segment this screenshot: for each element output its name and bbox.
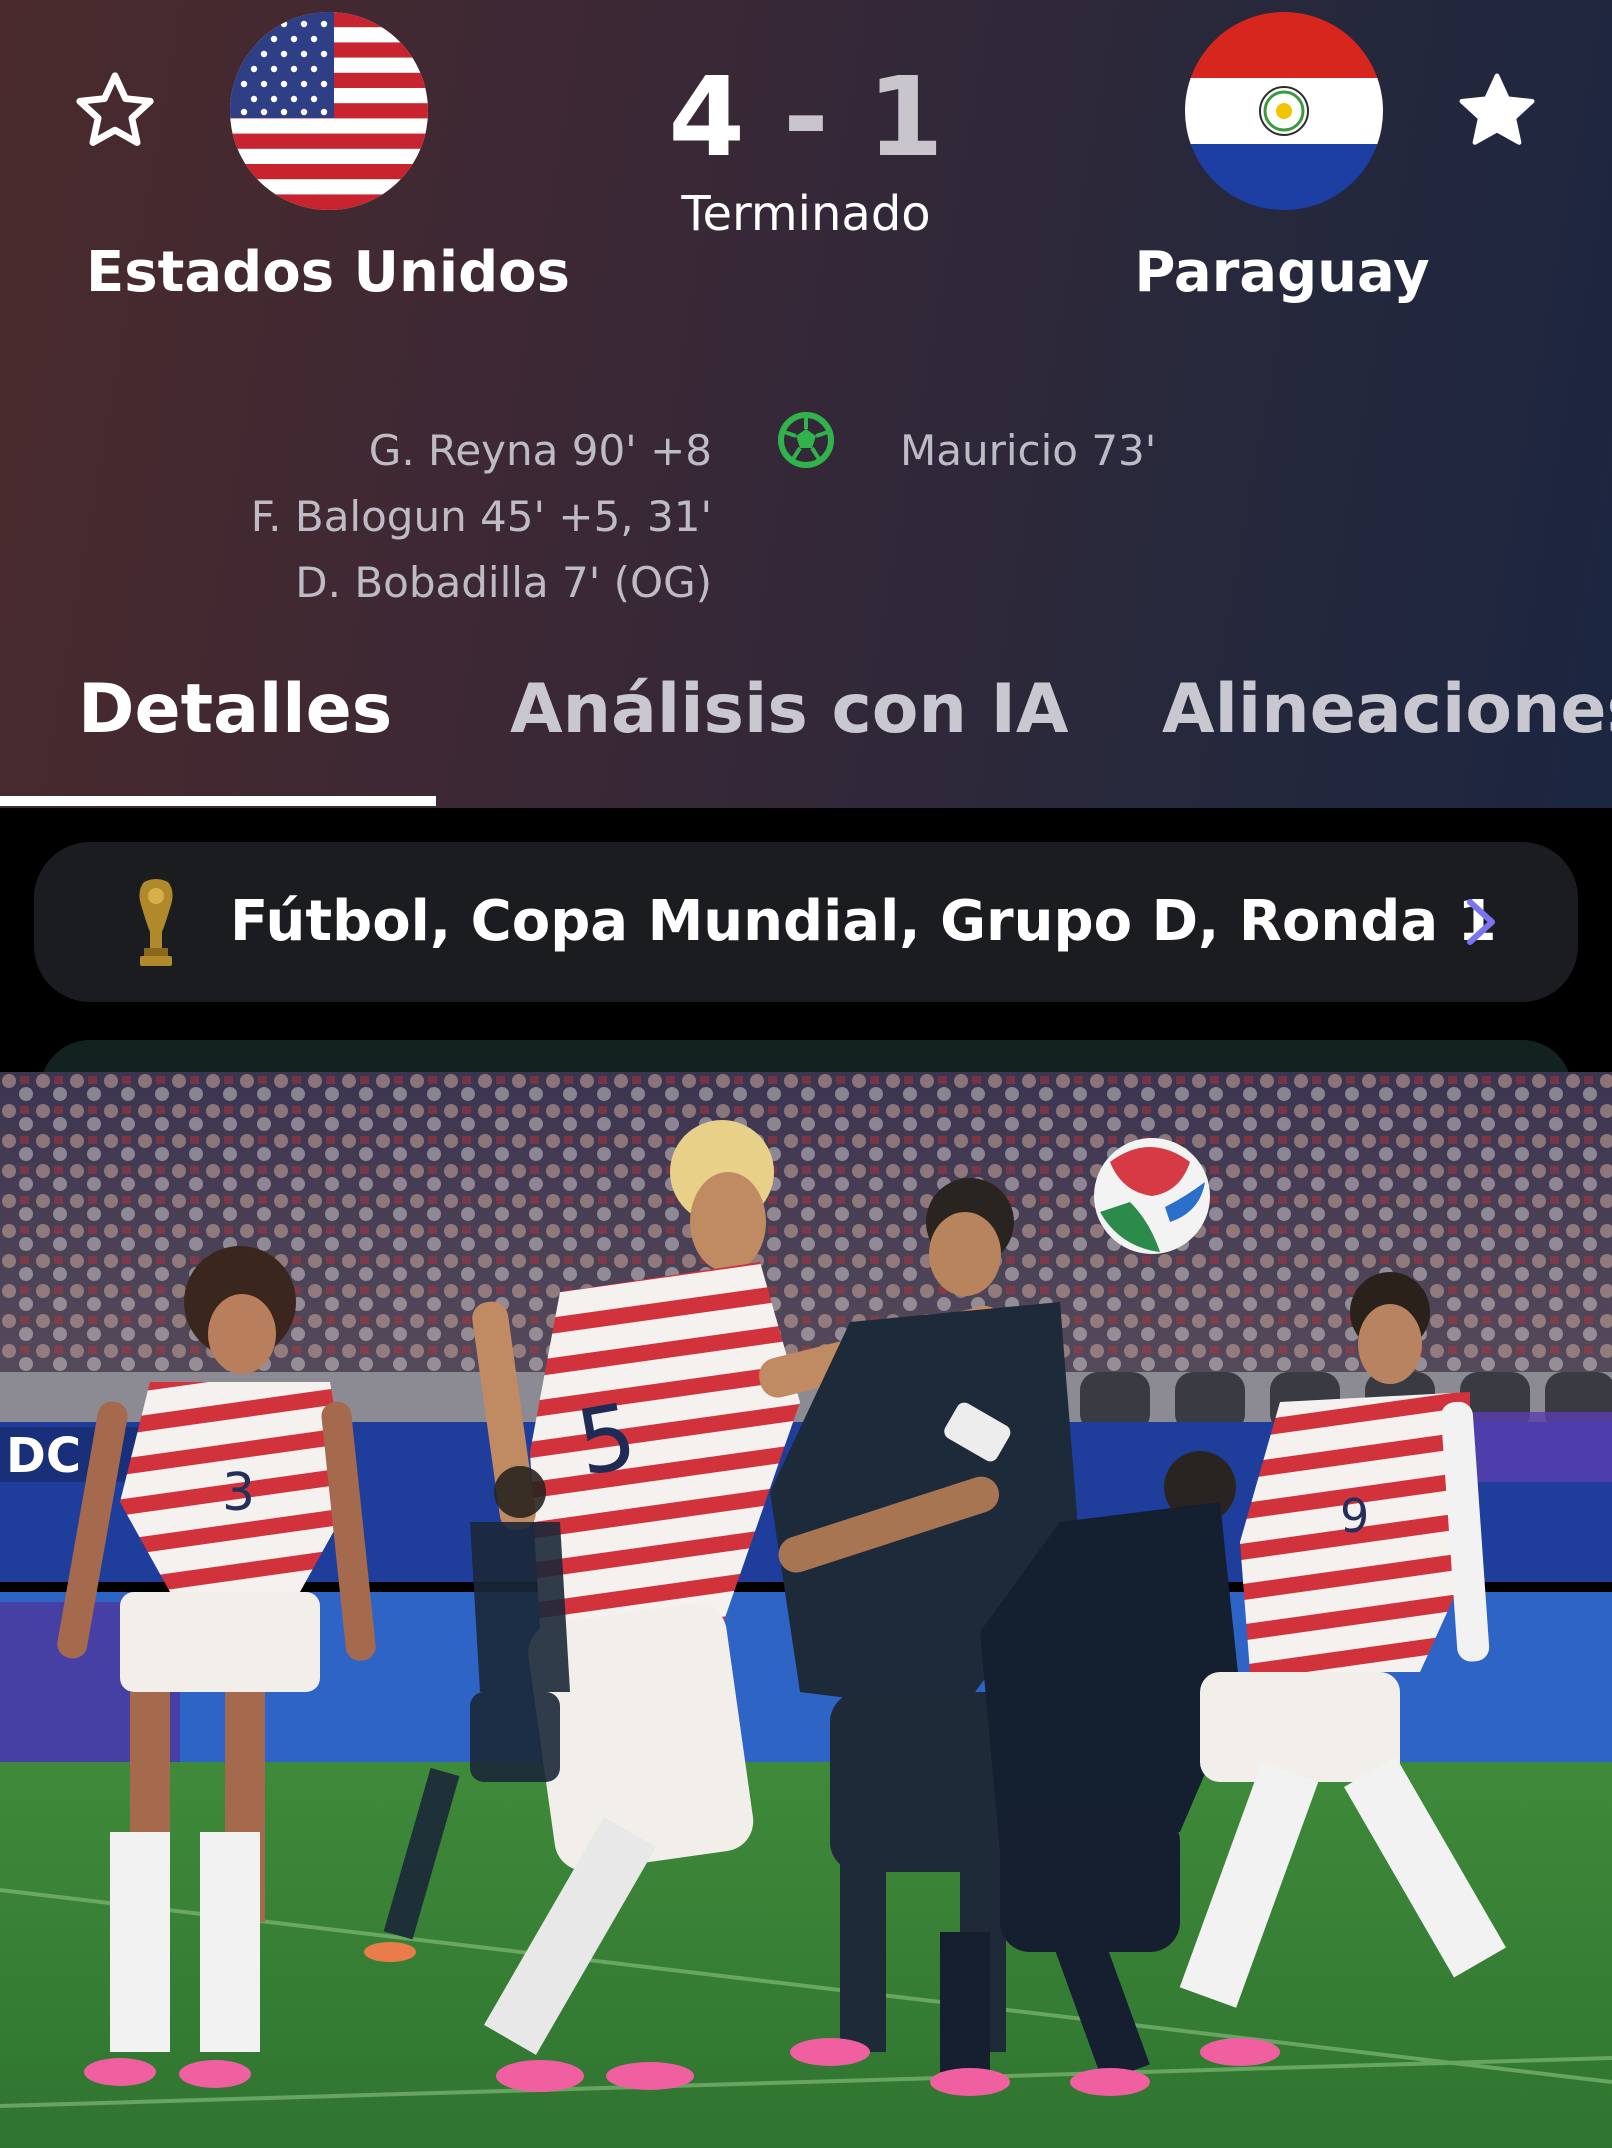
star-icon[interactable] (70, 66, 160, 156)
match-header: Estados Unidos 4 - 1 Terminado Paraguay … (0, 0, 1612, 808)
scorer-entry: Mauricio 73' (900, 426, 1157, 475)
away-score: 1 (867, 53, 944, 181)
svg-text:3: 3 (222, 1463, 255, 1523)
home-score: 4 (668, 53, 745, 181)
active-tab-indicator (0, 796, 436, 806)
scorer-entry: G. Reyna 90' +8 (368, 426, 712, 475)
trophy-icon (139, 879, 173, 966)
svg-text:9: 9 (1340, 1489, 1369, 1543)
paraguay-flag-icon (1185, 12, 1383, 210)
match-status: Terminado (681, 186, 931, 242)
home-team-name[interactable]: Estados Unidos (48, 240, 608, 305)
tab-lineups[interactable]: Alineaciones (1162, 660, 1612, 800)
away-team-name[interactable]: Paraguay (1002, 240, 1562, 305)
competition-link[interactable]: Fútbol, Copa Mundial, Grupo D, Ronda 1 (34, 842, 1578, 1002)
soccer-ball-icon (778, 412, 834, 468)
home-scorers: G. Reyna 90' +8 F. Balogun 45' +5, 31' D… (251, 418, 712, 616)
scorer-entry: F. Balogun 45' +5, 31' (250, 492, 712, 541)
svg-text:DC: DC (6, 1428, 81, 1484)
match-photo: DC 3 5 9 (0, 1072, 1612, 2148)
tab-ai-analysis[interactable]: Análisis con IA (510, 660, 1069, 800)
score-separator: - (783, 53, 829, 181)
match-score: 4 - 1 (556, 52, 1056, 182)
scorer-entry: D. Bobadilla 7' (OG) (295, 558, 712, 607)
usa-flag-icon (230, 12, 428, 210)
chevron-right-icon (1467, 899, 1495, 945)
match-tabs: Detalles Análisis con IA Alineaciones (0, 660, 1612, 808)
competition-label: Fútbol, Copa Mundial, Grupo D, Ronda 1 (230, 889, 1497, 954)
star-icon[interactable] (1452, 66, 1542, 156)
tab-details[interactable]: Detalles (78, 660, 392, 800)
away-scorers: Mauricio 73' (900, 418, 1156, 484)
